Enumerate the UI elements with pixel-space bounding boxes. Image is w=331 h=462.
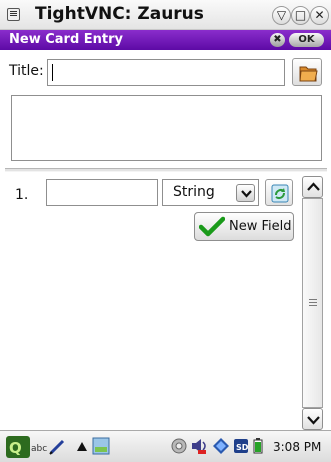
new-field-label: New Field [229,219,292,234]
chevron-down-icon [241,190,252,198]
dialog-header: New Card Entry ✖ OK [0,30,331,50]
svg-text:Q: Q [9,439,22,457]
field-type-select[interactable]: String [162,179,259,206]
vertical-scrollbar[interactable] [302,176,323,430]
folder-icon [299,66,318,82]
scroll-thumb[interactable] [302,198,323,408]
dropdown-arrow-button[interactable] [236,184,255,202]
title-label: Title: [9,63,44,79]
field-value-input[interactable] [46,179,158,206]
chevron-down-icon [307,416,320,425]
new-field-button[interactable]: New Field [194,212,294,241]
scroll-up-button[interactable] [302,176,323,198]
text-caret [52,64,53,81]
battery-icon[interactable] [253,438,263,454]
dialog-ok-button[interactable]: OK [289,33,324,47]
minimize-button[interactable]: ▽ [272,6,291,25]
field-refresh-button[interactable] [265,179,293,206]
sd-card-icon[interactable]: SD [234,439,248,453]
grip-icon [309,299,317,306]
chevron-up-icon [307,182,320,191]
settings-gear-icon[interactable] [170,437,188,455]
notes-textarea[interactable] [11,95,322,161]
close-button[interactable]: ✕ [310,6,329,25]
window-titlebar: TightVNC: Zaurus ▽ □ ✕ [0,0,331,30]
svg-text:SD: SD [236,443,248,452]
refresh-icon [271,184,289,203]
window-title: TightVNC: Zaurus [35,4,204,24]
desktop-icon[interactable] [92,437,110,455]
folder-button[interactable] [292,58,322,86]
clock[interactable]: 3:08 PM [273,440,321,454]
pen-icon[interactable] [48,438,66,456]
section-divider [5,168,327,172]
title-input[interactable] [47,59,285,86]
field-type-value: String [173,184,215,200]
window-menu-icon[interactable] [7,8,20,21]
input-mode-label[interactable]: abc [31,444,47,454]
network-icon[interactable] [212,437,230,455]
taskbar: Q abc SD 3:08 PM [0,430,331,462]
scroll-down-button[interactable] [302,408,323,430]
field-number: 1. [15,187,29,203]
maximize-button[interactable]: □ [291,6,310,25]
checkmark-icon [199,216,225,237]
dialog-title: New Card Entry [9,32,124,47]
triangle-up-icon[interactable] [77,442,87,451]
dialog-cancel-button[interactable]: ✖ [270,33,285,47]
volume-icon[interactable] [190,437,210,455]
launcher-icon[interactable]: Q [6,436,30,458]
